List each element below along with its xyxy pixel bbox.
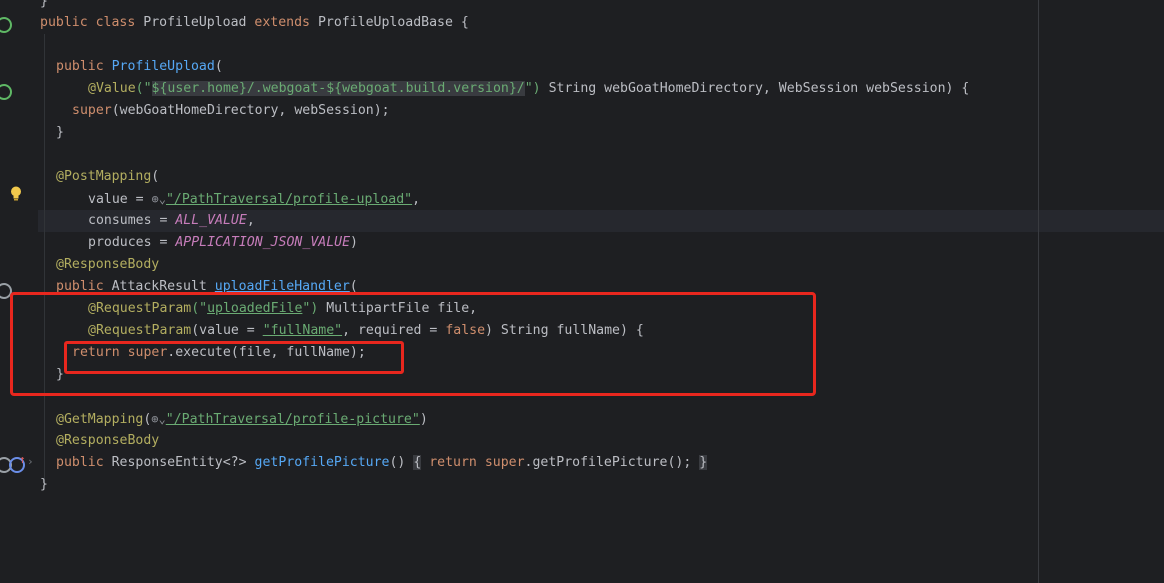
code-line: public class ProfileUpload extends Profi…: [40, 15, 469, 30]
endpoint-globe-icon[interactable]: ⊕⌄: [151, 412, 165, 426]
code-line: }: [40, 477, 48, 492]
indent-guide: [44, 34, 45, 484]
code-line: public ProfileUpload(: [56, 59, 223, 74]
folded-code-start[interactable]: {: [413, 455, 422, 470]
endpoint-link[interactable]: "/PathTraversal/profile-upload": [166, 192, 412, 207]
folded-code-end[interactable]: }: [699, 455, 708, 470]
chevron-right-icon[interactable]: ›: [27, 455, 34, 468]
code-line: }: [56, 125, 64, 140]
code-line: @GetMapping(⊕⌄"/PathTraversal/profile-pi…: [56, 412, 428, 427]
implementation-marker-icon[interactable]: [0, 84, 12, 100]
code-line: super(webGoatHomeDirectory, webSession);: [72, 103, 390, 118]
code-line: @Value("${user.home}/.webgoat-${webgoat.…: [88, 81, 970, 96]
code-line: @ResponseBody: [56, 433, 160, 448]
code-line: @ResponseBody: [56, 257, 160, 272]
code-line: value = ⊕⌄"/PathTraversal/profile-upload…: [88, 192, 421, 207]
override-arrow-icon[interactable]: ↑: [19, 453, 26, 466]
code-line: produces = APPLICATION_JSON_VALUE): [88, 235, 358, 250]
lightbulb-icon[interactable]: [10, 186, 22, 202]
endpoint-link[interactable]: "/PathTraversal/profile-picture": [166, 412, 420, 427]
code-line: public ResponseEntity<?> getProfilePictu…: [56, 455, 708, 470]
implementation-marker-icon[interactable]: [0, 17, 12, 33]
endpoint-globe-icon[interactable]: ⊕⌄: [152, 192, 166, 206]
highlight-box-return: [64, 341, 404, 374]
right-margin-guide: [1038, 0, 1039, 583]
code-line: @PostMapping(: [56, 169, 160, 184]
code-line: consumes = ALL_VALUE,: [88, 213, 255, 228]
